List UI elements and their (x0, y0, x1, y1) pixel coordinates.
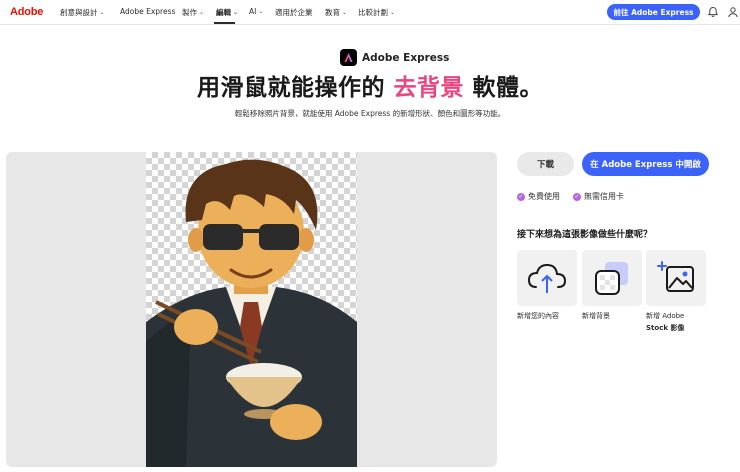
add-stock-image-label: 新增 Adobe Stock 影像 (646, 312, 685, 332)
check-icon: ✓ (517, 192, 525, 201)
go-to-express-button[interactable]: 前往 Adobe Express (607, 4, 700, 20)
headline-highlight: 去背景 (393, 75, 464, 101)
user-icon[interactable] (727, 6, 739, 18)
next-steps-heading: 接下來想為這張影像做些什麼呢？ (517, 230, 653, 240)
nav-item-make[interactable]: 製作 ⌄ (182, 7, 204, 18)
brand-name: Adobe Express (362, 51, 450, 64)
adobe-logo[interactable]: Adobe (10, 6, 43, 18)
add-background-card[interactable] (582, 250, 642, 306)
add-content-label: 新增您的內容 (517, 312, 559, 320)
bell-icon[interactable] (707, 6, 719, 18)
cloud-upload-icon (527, 263, 567, 293)
chevron-down-icon: ⌄ (199, 9, 205, 16)
chevron-down-icon: ⌄ (233, 9, 239, 16)
add-stock-image-card[interactable] (646, 250, 706, 306)
top-nav: Adobe 創意與設計 ⌄ Adobe Express 製作 ⌄ 編輯 ⌄ AI ⌄ 適… (0, 0, 740, 25)
nav-item-creativity[interactable]: 創意與設計 ⌄ (60, 7, 105, 18)
stacked-squares-icon (595, 262, 628, 295)
adobe-express-logo-icon (340, 49, 357, 66)
cutout-portrait-image (146, 159, 357, 467)
check-icon: ✓ (573, 192, 581, 201)
nav-item-business[interactable]: 適用於企業 (275, 7, 313, 18)
page-subtitle: 輕鬆移除照片背景，就能使用 Adobe Express 的新增形狀、顏色和圖形等… (234, 109, 506, 118)
brand-lockup: Adobe Express (340, 49, 449, 66)
active-tab-indicator (214, 22, 235, 24)
chevron-down-icon: ⌄ (99, 9, 105, 16)
open-in-express-button[interactable]: 在 Adobe Express 中開啟 (582, 152, 709, 176)
nav-item-compare-plans[interactable]: 比較計劃 ⌄ (358, 7, 395, 18)
nav-item-adobe-express[interactable]: Adobe Express (120, 7, 175, 16)
nav-item-ai[interactable]: AI ⌄ (249, 7, 263, 16)
add-content-card[interactable] (517, 250, 577, 306)
chevron-down-icon: ⌄ (390, 9, 396, 16)
download-button[interactable]: 下載 (517, 152, 574, 176)
perk-no-credit-card: ✓ 無需信用卡 (573, 192, 624, 201)
nav-item-edit[interactable]: 編輯 ⌄ (216, 7, 238, 18)
page-title: 用滑鼠就能操作的 去背景 軟體。 (196, 75, 544, 101)
chevron-down-icon: ⌄ (258, 8, 264, 15)
chevron-down-icon: ⌄ (342, 9, 348, 16)
image-preview-panel (6, 152, 497, 467)
add-image-icon (657, 261, 694, 292)
add-background-label: 新增背景 (582, 312, 610, 320)
nav-item-education[interactable]: 教育 ⌄ (325, 7, 347, 18)
perk-free: ✓ 免費使用 (517, 192, 560, 201)
